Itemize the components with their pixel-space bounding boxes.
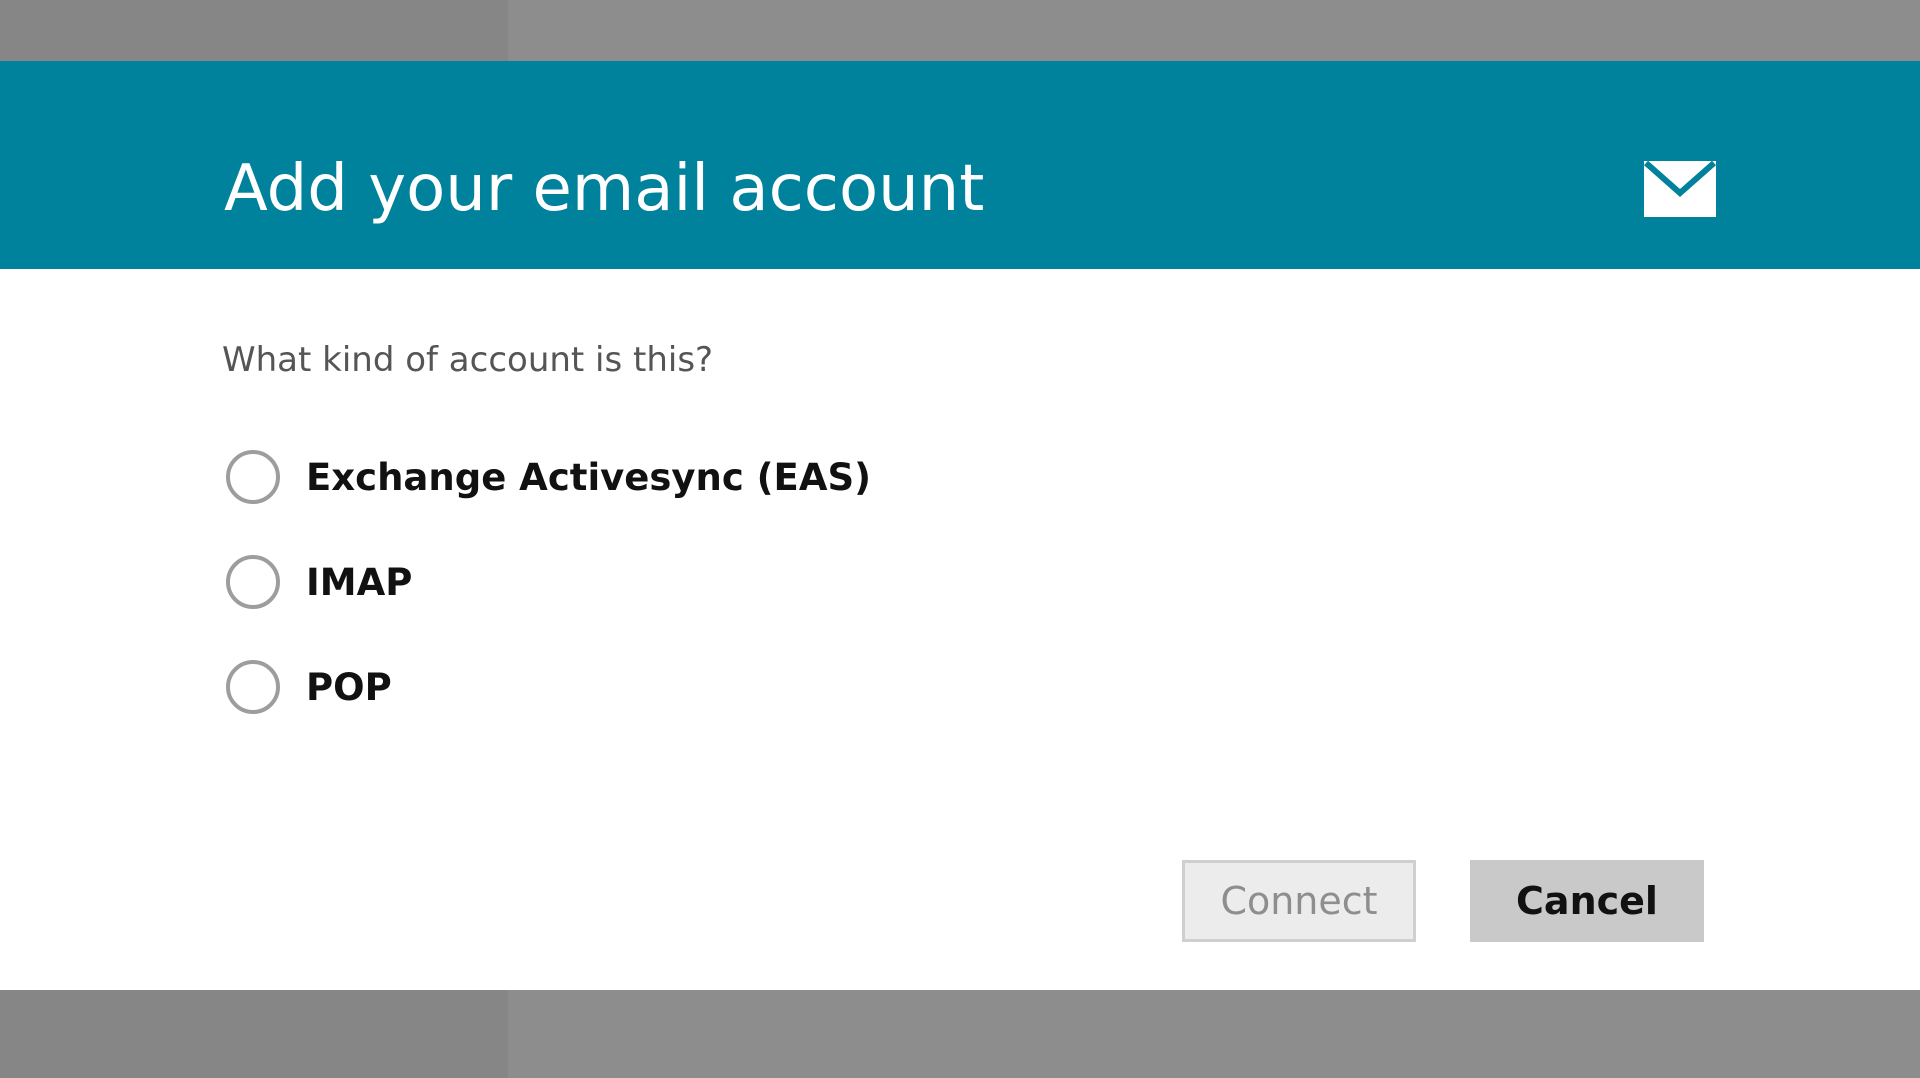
option-exchange-activesync[interactable]: Exchange Activesync (EAS) — [226, 445, 871, 509]
envelope-icon — [1644, 161, 1716, 217]
radio-button-pop[interactable] — [226, 660, 280, 714]
option-label: POP — [306, 665, 392, 709]
account-type-question: What kind of account is this? — [222, 340, 714, 380]
option-imap[interactable]: IMAP — [226, 550, 412, 614]
radio-button-imap[interactable] — [226, 555, 280, 609]
add-email-account-dialog: Add your email account What kind of acco… — [0, 61, 1920, 990]
option-pop[interactable]: POP — [226, 655, 392, 719]
cancel-button[interactable]: Cancel — [1470, 860, 1704, 942]
radio-button-exchange-activesync[interactable] — [226, 450, 280, 504]
overlay-bottom-left-panel — [0, 990, 508, 1078]
option-label: Exchange Activesync (EAS) — [306, 455, 872, 499]
option-label: IMAP — [306, 560, 413, 604]
dialog-title: Add your email account — [224, 152, 985, 226]
dialog-header: Add your email account — [0, 61, 1920, 269]
connect-button[interactable]: Connect — [1182, 860, 1416, 942]
overlay-top-left-panel — [0, 0, 508, 61]
